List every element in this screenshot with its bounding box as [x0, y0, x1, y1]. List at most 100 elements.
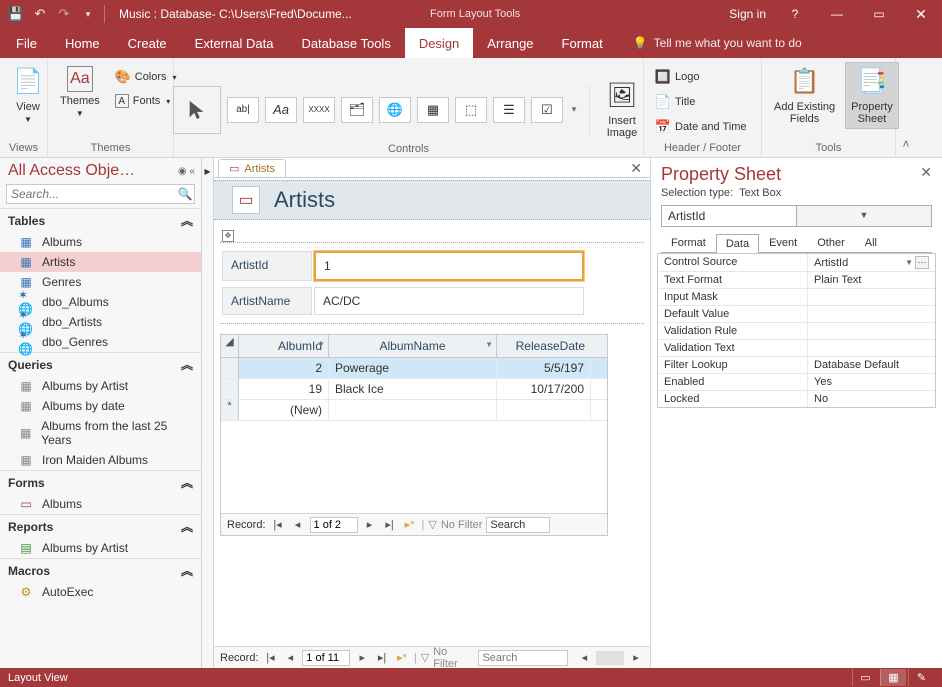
property-value[interactable] — [808, 340, 935, 356]
field-label-artistid[interactable]: ArtistId — [222, 251, 312, 281]
property-row[interactable]: Default Value — [658, 305, 935, 322]
insert-image-button[interactable]: 🖼 Insert Image — [600, 76, 644, 143]
title-button[interactable]: 📄Title — [650, 91, 700, 113]
tab-home[interactable]: Home — [51, 28, 114, 58]
cell-releasedate[interactable]: 5/5/197 — [497, 358, 591, 378]
property-row[interactable]: Validation Rule — [658, 322, 935, 339]
property-value[interactable]: Yes — [808, 374, 935, 390]
tab-design[interactable]: Design — [405, 28, 473, 58]
object-selector[interactable]: ArtistId ▼ — [661, 205, 932, 227]
property-value[interactable]: ArtistId▼⋯ — [808, 254, 935, 271]
nav-title[interactable]: All Access Obje… — [8, 162, 135, 180]
property-value[interactable] — [808, 289, 935, 305]
cell-new[interactable]: (New) — [239, 400, 329, 420]
record-position-input[interactable] — [310, 517, 358, 533]
tab-external-data[interactable]: External Data — [181, 28, 288, 58]
first-record-icon[interactable]: |◂ — [263, 651, 279, 664]
checkbox-tool[interactable]: ☑ — [531, 97, 563, 123]
tab-database-tools[interactable]: Database Tools — [287, 28, 404, 58]
shutter-bar[interactable]: ▸ — [202, 158, 214, 668]
nav-item-query[interactable]: ▦Albums by date — [0, 396, 201, 416]
prop-tab-event[interactable]: Event — [759, 233, 807, 252]
undo-icon[interactable]: ↶ — [30, 4, 50, 24]
field-label-artistname[interactable]: ArtistName — [222, 287, 312, 315]
subform-row[interactable]: 2 Powerage 5/5/197 — [221, 358, 607, 379]
chevron-down-icon[interactable]: ▼ — [905, 258, 913, 267]
filter-icon[interactable]: ▽ — [428, 518, 436, 531]
cell-empty[interactable] — [497, 400, 591, 420]
property-row[interactable]: Text FormatPlain Text — [658, 271, 935, 288]
field-value-artistname[interactable]: AC/DC — [314, 287, 584, 315]
property-row[interactable]: Input Mask — [658, 288, 935, 305]
nav-section-reports[interactable]: Reports︽ — [0, 514, 201, 538]
prev-record-icon[interactable]: ◂ — [290, 518, 306, 531]
nav-search-input[interactable] — [7, 185, 176, 203]
form-search-input[interactable] — [478, 650, 568, 666]
design-view-icon[interactable]: ✎ — [908, 669, 934, 686]
property-row[interactable]: Control SourceArtistId▼⋯ — [658, 254, 935, 271]
property-row[interactable]: LockedNo — [658, 390, 935, 407]
layout-select-handle[interactable]: ✥ — [222, 230, 234, 242]
label-tool[interactable]: Aa — [265, 97, 297, 123]
nav-item-query[interactable]: ▦Iron Maiden Albums — [0, 450, 201, 470]
close-property-sheet-icon[interactable]: ✕ — [920, 164, 932, 181]
cell-albumname[interactable]: Black Ice — [329, 379, 497, 399]
property-row[interactable]: Validation Text — [658, 339, 935, 356]
datetime-button[interactable]: 📅Date and Time — [650, 116, 752, 138]
restore-button[interactable]: ▭ — [858, 0, 900, 28]
cell-empty[interactable] — [329, 400, 497, 420]
close-button[interactable]: ✕ — [900, 0, 942, 28]
prop-tab-data[interactable]: Data — [716, 234, 759, 253]
row-selector-header[interactable]: ◢ — [221, 335, 239, 357]
themes-button[interactable]: Aa Themes ▼ — [54, 62, 106, 123]
nav-item-albums[interactable]: ▦Albums — [0, 232, 201, 252]
nav-item-macro[interactable]: ⚙AutoExec — [0, 582, 201, 602]
nav-item-report[interactable]: ▤Albums by Artist — [0, 538, 201, 558]
fonts-button[interactable]: A Fonts▾ — [110, 91, 182, 111]
property-value[interactable] — [808, 306, 935, 322]
colors-button[interactable]: 🎨 Colors▾ — [110, 66, 182, 88]
tab-control-tool[interactable]: 🗂 — [341, 97, 373, 123]
filter-icon[interactable]: ▽ — [421, 651, 429, 664]
controls-more-icon[interactable]: ▾ — [569, 104, 579, 115]
list-box-tool[interactable]: ☰ — [493, 97, 525, 123]
cell-releasedate[interactable]: 10/17/200 — [497, 379, 591, 399]
tab-arrange[interactable]: Arrange — [473, 28, 547, 58]
nav-item-form[interactable]: ▭Albums — [0, 494, 201, 514]
subform-albums[interactable]: ◢ AlbumId▼ AlbumName▼ ReleaseDate 2 Powe… — [220, 334, 608, 536]
next-record-icon[interactable]: ▸ — [362, 518, 378, 531]
tab-format[interactable]: Format — [548, 28, 617, 58]
property-row[interactable]: EnabledYes — [658, 373, 935, 390]
collapse-ribbon-icon[interactable]: ˄ — [896, 58, 916, 157]
chevron-down-icon[interactable]: ▼ — [796, 206, 931, 226]
qat-customize-icon[interactable]: ▾ — [78, 4, 98, 24]
new-record-icon[interactable]: ▸* — [402, 518, 418, 531]
row-selector[interactable] — [221, 358, 239, 378]
tab-create[interactable]: Create — [114, 28, 181, 58]
new-record-icon[interactable]: ▸* — [394, 651, 410, 664]
col-albumname[interactable]: AlbumName▼ — [329, 335, 497, 357]
add-existing-fields-button[interactable]: 📋 Add Existing Fields — [768, 62, 841, 129]
nav-section-macros[interactable]: Macros︽ — [0, 558, 201, 582]
close-document-icon[interactable]: ✕ — [622, 160, 650, 177]
subform-search-input[interactable]: Search — [486, 517, 550, 533]
prop-tab-all[interactable]: All — [855, 233, 887, 252]
save-icon[interactable]: 💾 — [6, 4, 26, 24]
property-value[interactable]: No — [808, 391, 935, 407]
sign-in-link[interactable]: Sign in — [729, 7, 766, 21]
col-releasedate[interactable]: ReleaseDate — [497, 335, 591, 357]
layout-view-icon[interactable]: ▦ — [880, 669, 906, 686]
textbox-tool[interactable]: ab| — [227, 97, 259, 123]
property-row[interactable]: Filter LookupDatabase Default — [658, 356, 935, 373]
property-value[interactable] — [808, 323, 935, 339]
select-tool[interactable] — [173, 86, 221, 134]
tab-file[interactable]: File — [2, 28, 51, 58]
cell-albumid[interactable]: 19 — [239, 379, 329, 399]
nav-search[interactable]: 🔍 — [6, 184, 195, 204]
nav-section-forms[interactable]: Forms︽ — [0, 470, 201, 494]
redo-icon[interactable]: ↷ — [54, 4, 74, 24]
chevron-down-icon[interactable]: ▼ — [317, 340, 325, 349]
last-record-icon[interactable]: ▸| — [382, 518, 398, 531]
navigation-tool[interactable]: ▦ — [417, 97, 449, 123]
form-view-icon[interactable]: ▭ — [852, 669, 878, 686]
